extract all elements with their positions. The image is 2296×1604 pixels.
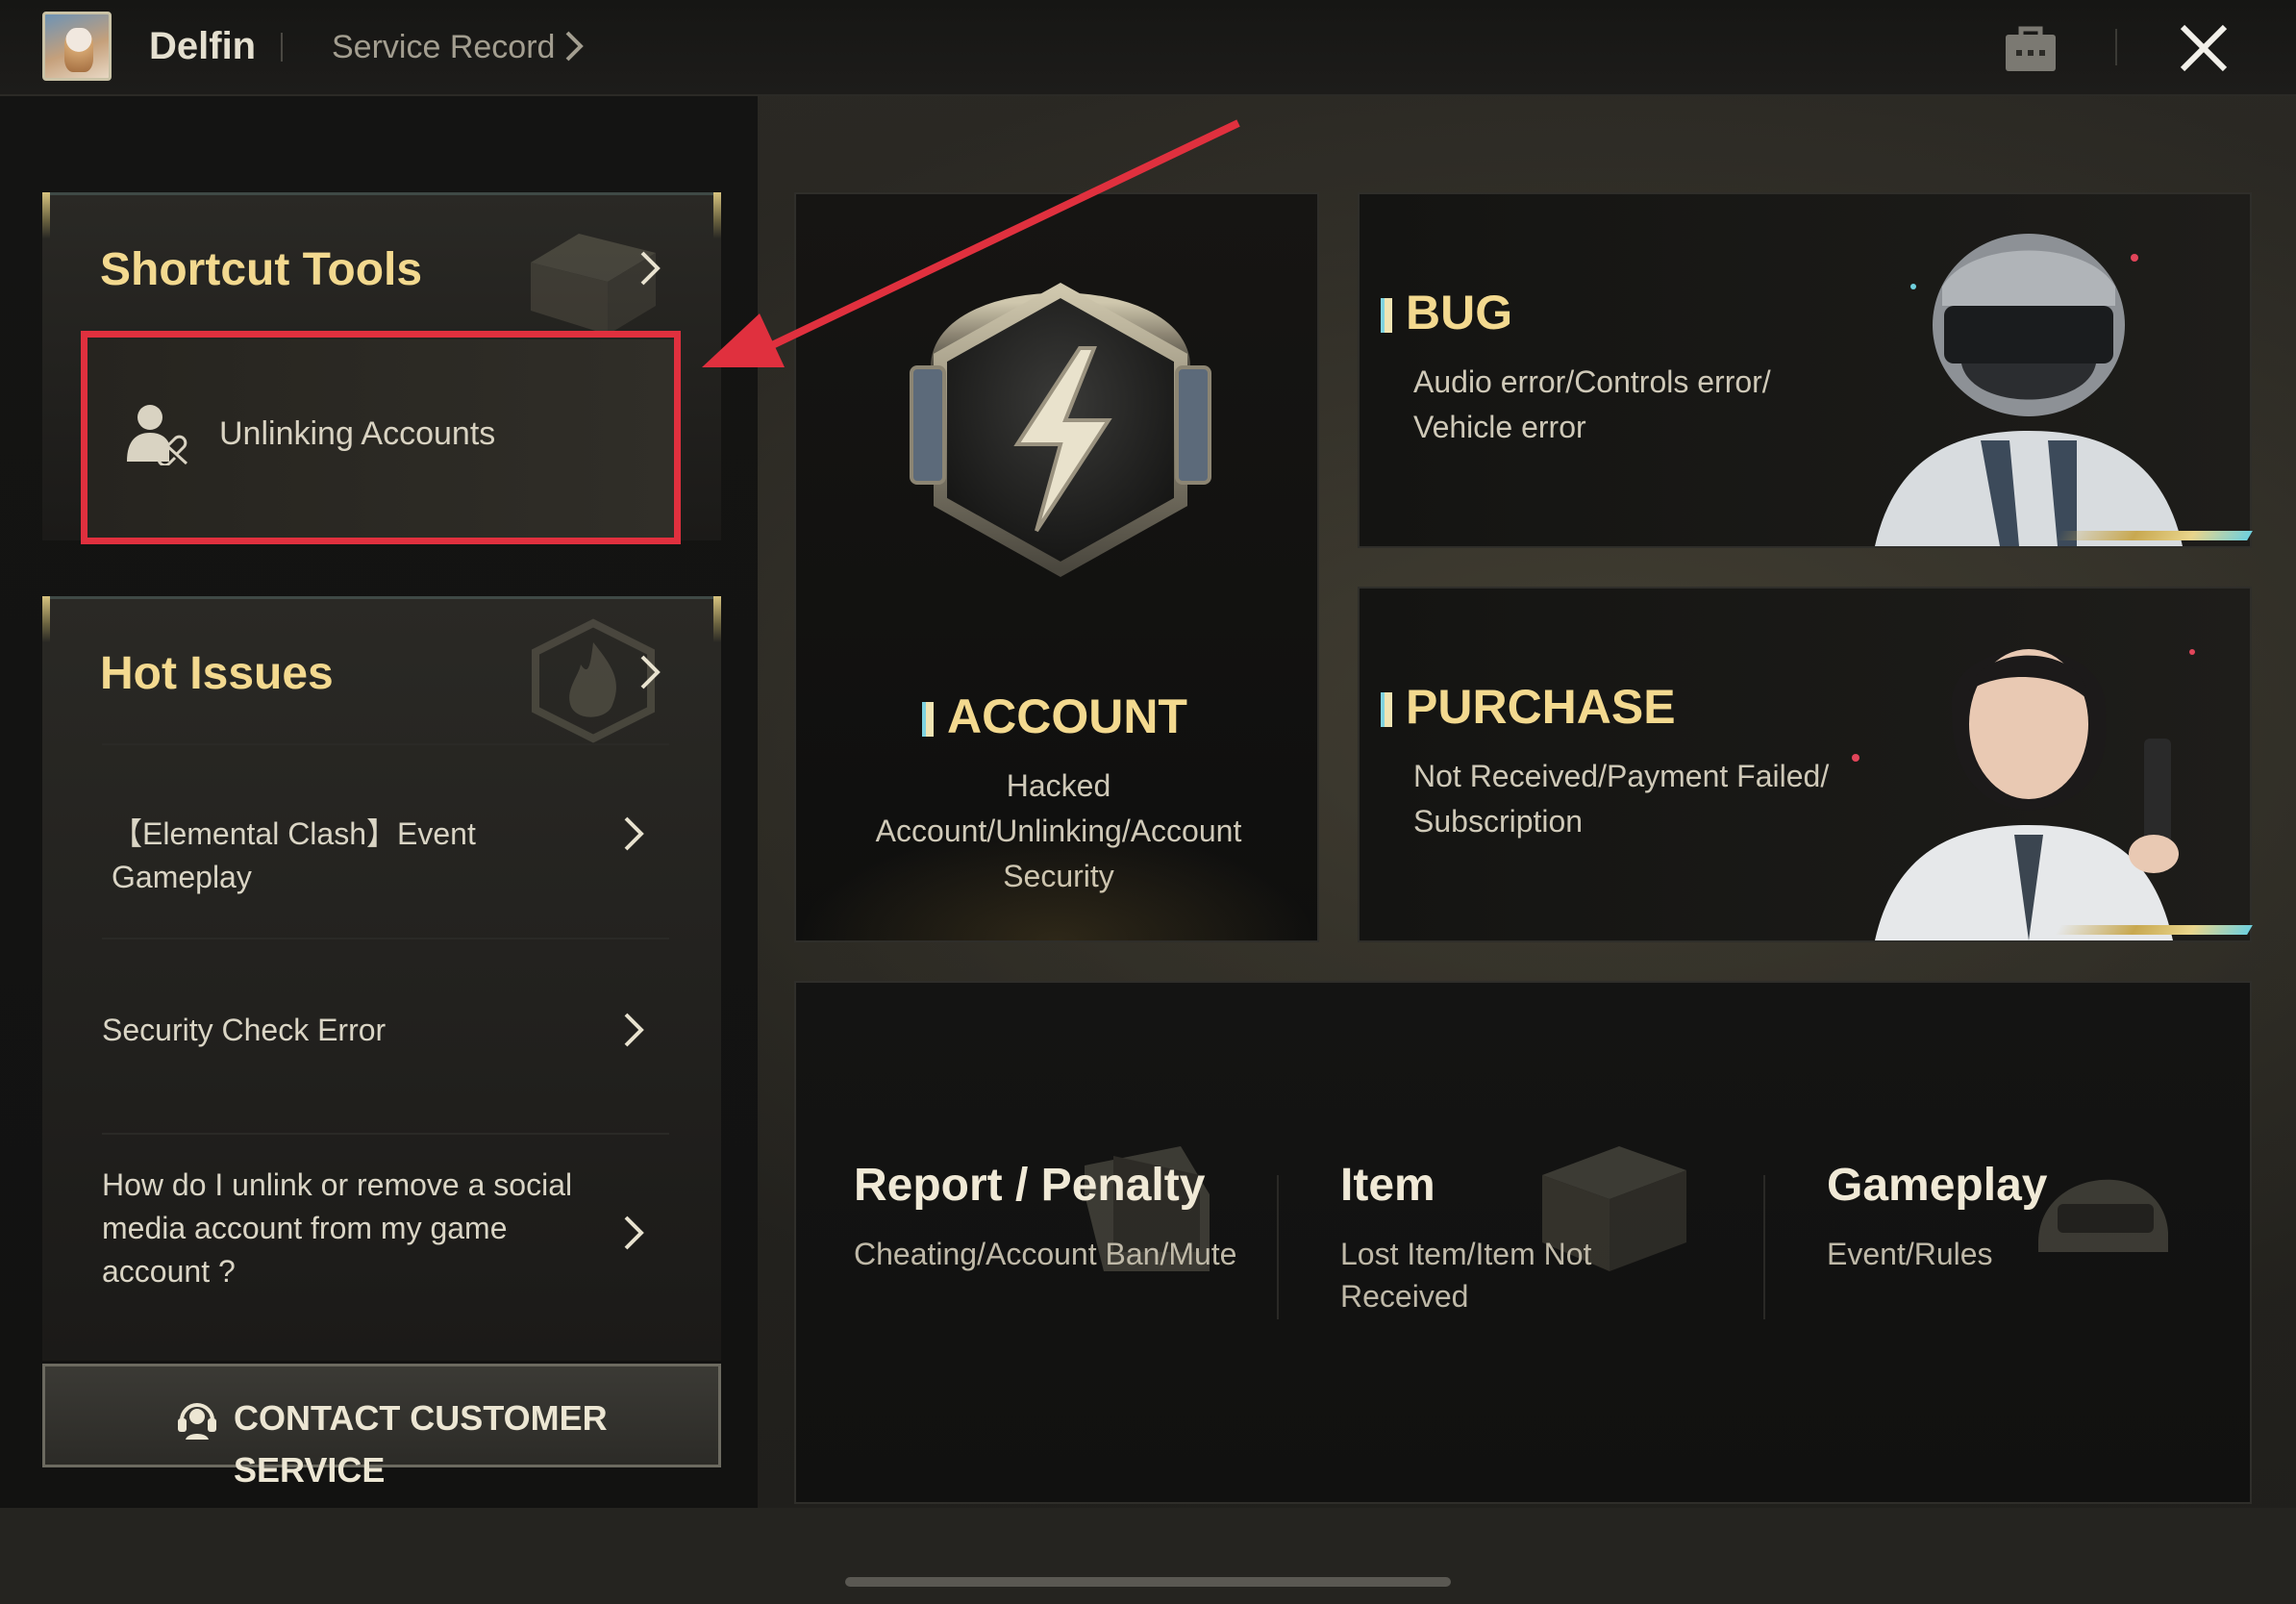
issue-label[interactable]: Security Check Error bbox=[102, 1009, 583, 1052]
hot-issues-title[interactable]: Hot Issues bbox=[100, 645, 334, 703]
close-icon[interactable] bbox=[2175, 19, 2233, 77]
chevron-right-icon[interactable] bbox=[617, 1212, 650, 1254]
report-penalty-subtitle: Cheating/Account Ban/Mute bbox=[854, 1237, 1237, 1271]
gameplay-title: Gameplay bbox=[1827, 1160, 2048, 1211]
bug-title: BUG bbox=[1385, 283, 1512, 342]
chevron-right-icon[interactable] bbox=[633, 651, 667, 693]
issue-row[interactable]: 【Elemental Clash】Event Gameplay bbox=[102, 743, 669, 936]
issue-label[interactable]: How do I unlink or remove a social media… bbox=[102, 1164, 592, 1293]
unlinking-accounts-label[interactable]: Unlinking Accounts bbox=[219, 410, 495, 458]
gameplay-category[interactable]: Gameplay Event/Rules bbox=[1769, 1156, 2211, 1329]
hot-issues-card: Hot Issues 【Elemental Clash】Event Gamepl… bbox=[42, 596, 721, 1361]
headset-icon bbox=[178, 1403, 216, 1440]
divider bbox=[2115, 29, 2117, 65]
issue-row[interactable]: Security Check Error bbox=[102, 938, 669, 1130]
item-title: Item bbox=[1340, 1160, 1435, 1211]
helmet-soldier-illustration bbox=[1875, 234, 2183, 546]
annotation-arrow bbox=[702, 119, 1240, 367]
issue-row[interactable]: How do I unlink or remove a social media… bbox=[102, 1133, 669, 1325]
gameplay-subtitle: Event/Rules bbox=[1827, 1237, 1993, 1271]
purchase-title: PURCHASE bbox=[1385, 677, 1676, 737]
bag-icon[interactable] bbox=[2002, 21, 2059, 75]
issue-label[interactable]: 【Elemental Clash】Event Gameplay bbox=[112, 813, 592, 899]
categories-tile: Report / Penalty Cheating/Account Ban/Mu… bbox=[794, 981, 2252, 1504]
item-category[interactable]: Item Lost Item/Item Not Received bbox=[1283, 1146, 1725, 1329]
report-penalty-title: Report / Penalty bbox=[854, 1160, 1206, 1211]
shortcut-tools-title[interactable]: Shortcut Tools bbox=[100, 241, 422, 299]
item-subtitle: Lost Item/Item Not Received bbox=[1340, 1237, 1592, 1314]
chevron-right-icon[interactable] bbox=[617, 813, 650, 855]
account-title: ACCOUNT bbox=[796, 687, 1317, 746]
contact-customer-service-button[interactable]: CONTACT CUSTOMER SERVICE bbox=[42, 1364, 721, 1490]
username: Delfin bbox=[149, 25, 257, 67]
female-character-illustration bbox=[1852, 649, 2195, 940]
divider bbox=[1277, 1175, 1279, 1319]
purchase-tile[interactable]: PURCHASE Not Received/Payment Failed/ Su… bbox=[1358, 587, 2253, 942]
contact-customer-service-label[interactable]: CONTACT CUSTOMER SERVICE bbox=[234, 1392, 718, 1490]
top-bar: Delfin Service Record bbox=[0, 0, 2296, 96]
home-indicator bbox=[845, 1577, 1451, 1587]
divider bbox=[1763, 1175, 1765, 1319]
chevron-right-icon[interactable] bbox=[617, 1009, 650, 1051]
service-record-link[interactable]: Service Record bbox=[332, 23, 555, 71]
divider bbox=[281, 33, 283, 62]
chevron-right-icon[interactable] bbox=[633, 247, 667, 289]
unlink-user-icon bbox=[127, 405, 188, 465]
bug-subtitle: Audio error/Controls error/ Vehicle erro… bbox=[1413, 364, 1771, 444]
chevron-right-icon[interactable] bbox=[556, 27, 594, 65]
bug-tile[interactable]: BUG Audio error/Controls error/ Vehicle … bbox=[1358, 192, 2253, 548]
avatar[interactable] bbox=[42, 12, 112, 81]
bottom-strip bbox=[0, 1508, 2296, 1604]
purchase-subtitle: Not Received/Payment Failed/ Subscriptio… bbox=[1413, 759, 1830, 839]
report-penalty-category[interactable]: Report / Penalty Cheating/Account Ban/Mu… bbox=[796, 1146, 1238, 1329]
